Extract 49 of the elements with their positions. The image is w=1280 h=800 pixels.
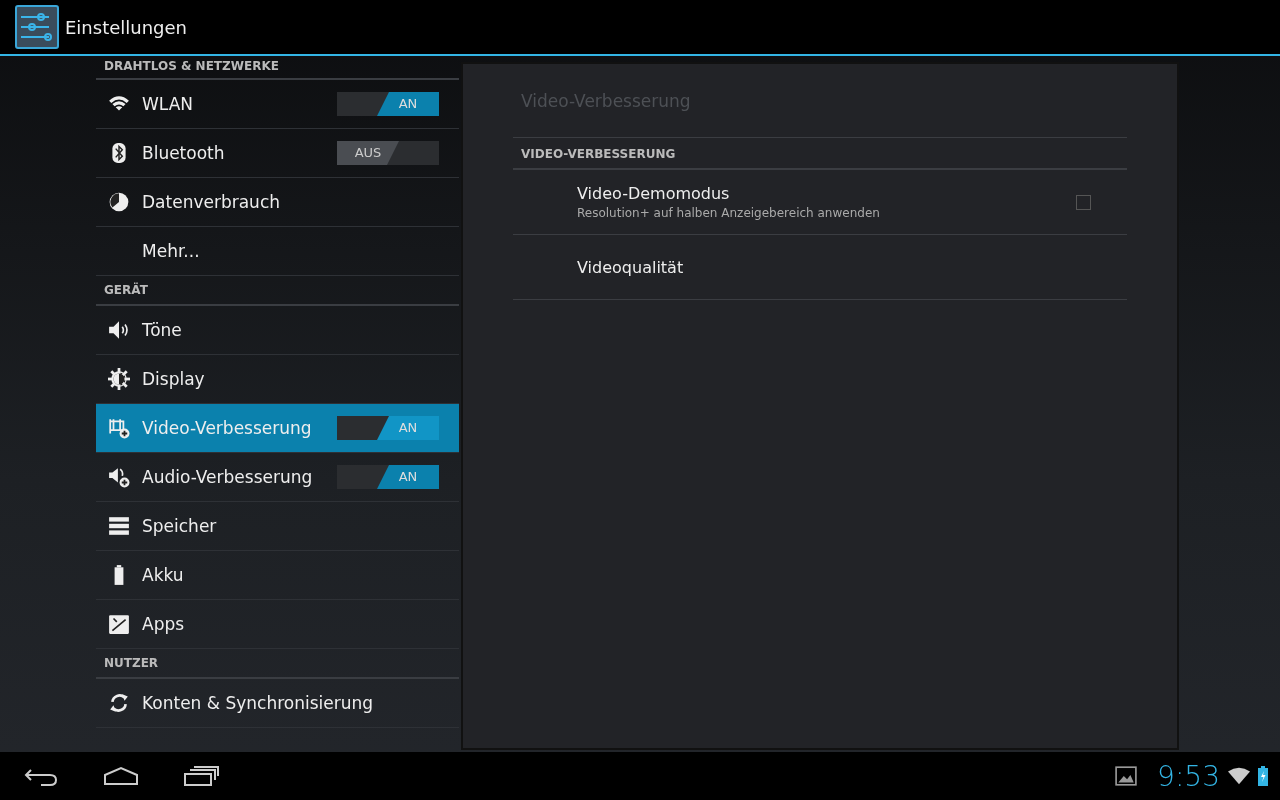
wifi-icon [1228,766,1250,786]
recent-apps-icon[interactable] [183,766,219,786]
settings-item[interactable]: Bluetooth AUS [96,129,459,178]
preference-title[interactable]: Videoqualität [577,257,1091,277]
app-title: Einstellungen [65,16,188,38]
item-label: Bluetooth [142,143,226,163]
speaker-icon [108,319,130,341]
brightness-icon [108,368,130,390]
settings-item[interactable]: WLAN AN [96,80,459,129]
speaker-plus-icon [108,466,130,488]
settings-item[interactable]: Datenverbrauch [96,178,459,227]
settings-item[interactable]: Speicher [96,502,459,551]
item-label: Töne [142,320,183,340]
item-label: Audio-Verbesserung [142,467,314,487]
category-header: DRAHTLOS & NETZWERKE [96,56,459,80]
settings-item[interactable]: Audio-Verbesserung AN [96,453,459,502]
settings-item[interactable]: Apps [96,600,459,649]
item-label: Mehr... [142,241,201,261]
apps-icon [108,613,130,635]
settings-item[interactable]: Töne [96,306,459,355]
battery-charging-icon [1258,766,1268,786]
item-label: Konten & Synchronisierung [142,693,375,713]
preference-summary: Resolution+ auf halben Anzeigebereich anwenden [577,206,881,220]
image-icon[interactable] [1115,766,1138,786]
sliders-icon[interactable] [15,5,59,49]
item-label: Display [142,369,206,389]
checkbox[interactable] [1076,194,1091,210]
section-header: VIDEO-VERBESSERUNG [513,138,1127,170]
toggle-switch[interactable]: AUS [337,141,439,165]
storage-icon [108,515,130,537]
settings-item[interactable]: Mehr... [96,227,459,276]
settings-item[interactable]: Konten & Synchronisierung [96,679,459,728]
item-label: WLAN [142,94,195,114]
clock: 9:53 [1157,759,1220,793]
item-label: Speicher [142,516,218,536]
settings-item[interactable]: Akku [96,551,459,600]
home-icon[interactable] [103,766,139,786]
category-header: NUTZER [96,649,459,679]
film-plus-icon [108,417,130,439]
item-label: Video-Verbesserung [142,418,313,438]
back-icon[interactable] [23,766,59,786]
item-label: Apps [142,614,186,634]
preference-title[interactable]: Video-Demomodus [577,184,1076,203]
settings-item[interactable]: Video-Verbesserung AN [96,404,459,453]
sync-icon [108,692,130,714]
pie-chart-icon [108,191,130,213]
item-label: Datenverbrauch [142,192,281,212]
category-header: GERÄT [96,276,459,306]
item-label: Akku [142,565,185,585]
